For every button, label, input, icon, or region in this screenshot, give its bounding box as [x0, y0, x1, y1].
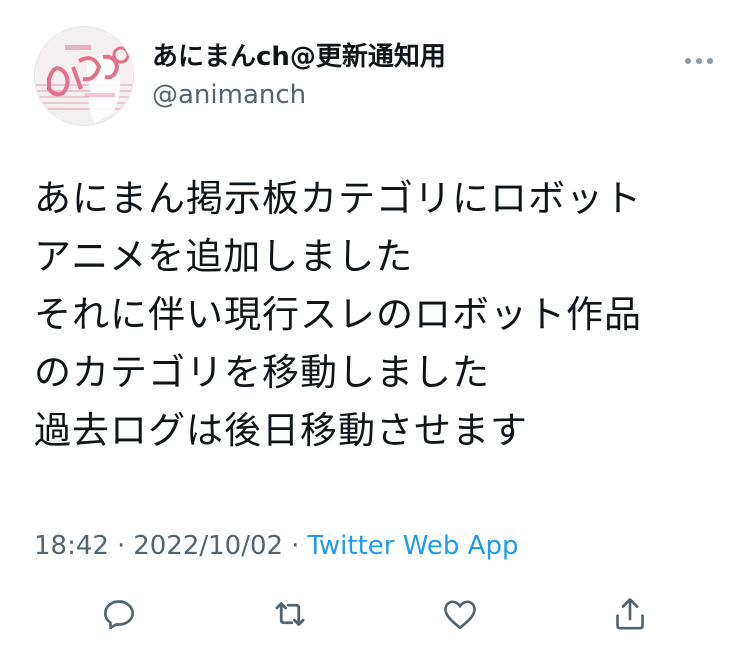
tweet-header: あにまんch@更新通知用 @animanch [34, 26, 446, 126]
tweet-time[interactable]: 18:42 [34, 531, 109, 561]
like-button[interactable] [436, 590, 484, 638]
tweet-text: あにまん掲示板カテゴリにロボット アニメを追加しました それに伴い現行スレのロボ… [34, 170, 724, 460]
tweet-text-line: それに伴い現行スレのロボット作品 [34, 293, 642, 336]
user-handle[interactable]: @animanch [152, 78, 446, 112]
reply-icon [104, 600, 134, 630]
avatar[interactable] [34, 26, 134, 126]
user-names: あにまんch@更新通知用 @animanch [152, 40, 446, 112]
tweet-text-line: アニメを追加しました [34, 235, 414, 278]
meta-separator: · [291, 531, 300, 561]
animanch-logo-icon [35, 27, 133, 125]
meta-separator: · [116, 531, 126, 561]
tweet-text-line: のカテゴリを移動しました [34, 351, 490, 394]
tweet-text-line: 過去ログは後日移動させます [34, 409, 528, 452]
retweet-icon [275, 602, 305, 626]
share-button[interactable] [606, 590, 654, 638]
retweet-button[interactable] [266, 590, 314, 638]
tweet-source-link[interactable]: Twitter Web App [307, 531, 518, 561]
more-button[interactable] [684, 50, 714, 69]
share-icon [616, 598, 644, 630]
display-name[interactable]: あにまんch@更新通知用 [152, 40, 446, 74]
heart-icon [444, 600, 476, 629]
tweet-meta: 18:42 · 2022/10/02 · Twitter Web App [34, 526, 518, 566]
tweet-card: あにまんch@更新通知用 @animanch あにまん掲示板カテゴリにロボット … [0, 0, 750, 661]
action-bar [0, 590, 750, 638]
tweet-date[interactable]: 2022/10/02 [133, 531, 283, 561]
tweet-text-line: あにまん掲示板カテゴリにロボット [34, 177, 642, 220]
reply-button[interactable] [95, 590, 143, 638]
more-dots-icon [685, 58, 713, 64]
